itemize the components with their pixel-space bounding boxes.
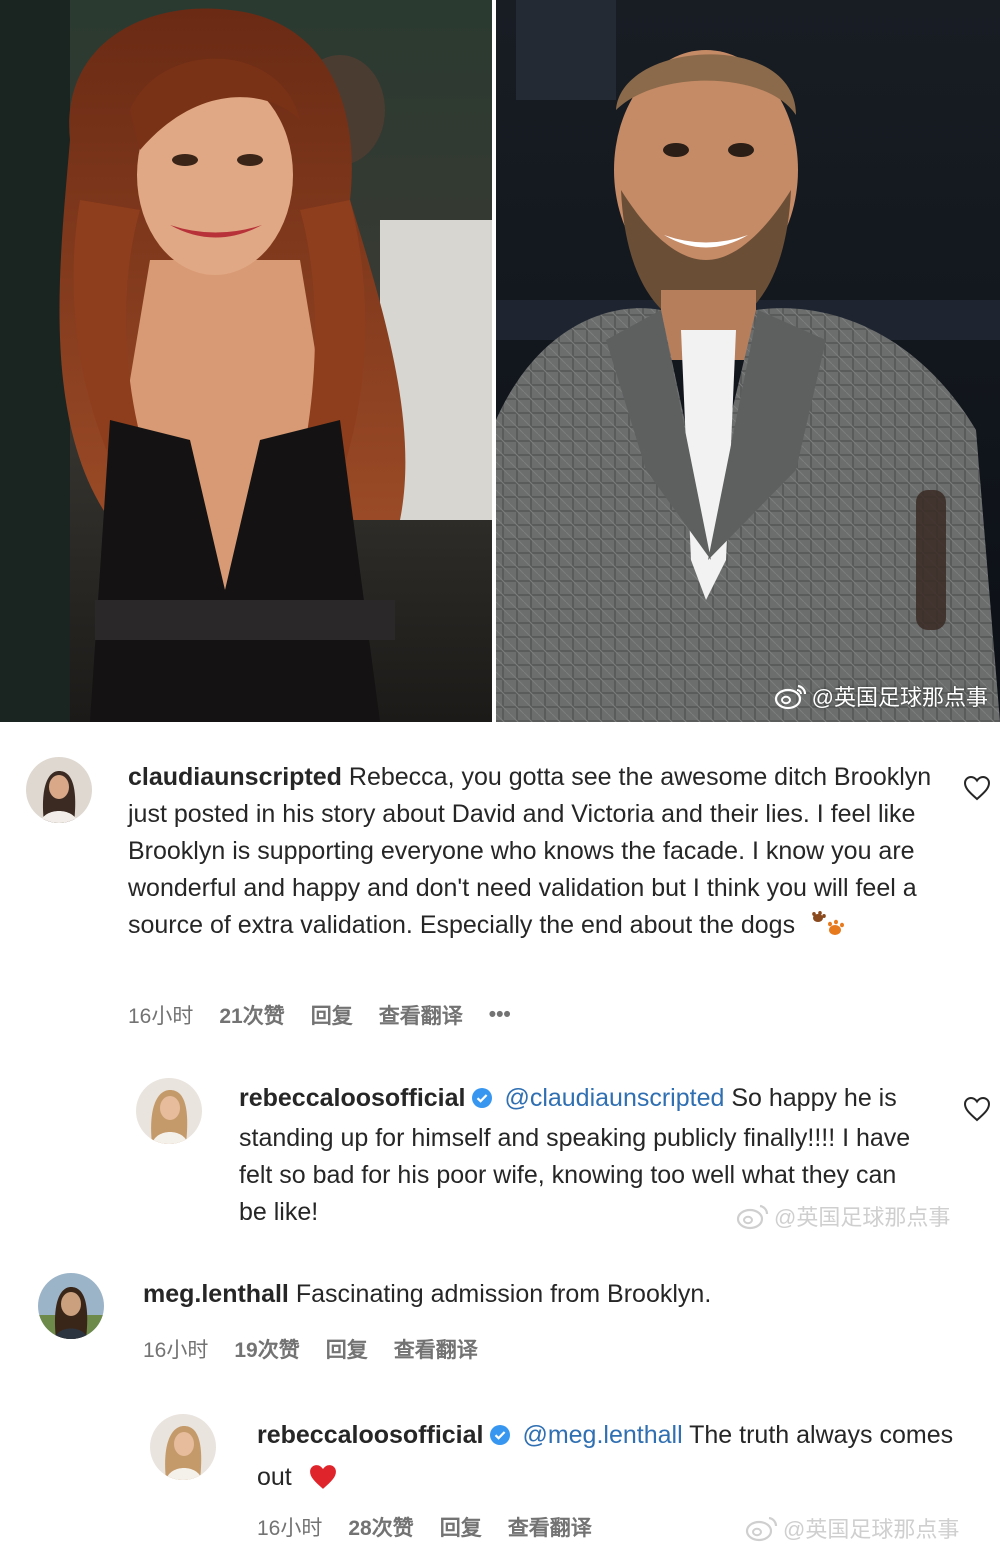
- timestamp: 16小时: [128, 1005, 194, 1028]
- photo-man-portrait: [496, 0, 1000, 722]
- comment-body: Fascinating admission from Brooklyn.: [295, 1280, 712, 1308]
- mention-link[interactable]: @claudiaunscripted: [504, 1084, 724, 1112]
- timestamp: 16小时: [257, 1517, 323, 1540]
- timestamp: 16小时: [143, 1339, 209, 1362]
- like-count[interactable]: 19次赞: [234, 1334, 299, 1364]
- avatar[interactable]: [136, 1078, 202, 1144]
- avatar[interactable]: [26, 757, 92, 823]
- weibo-watermark: @英国足球那点事: [745, 1512, 959, 1544]
- reply-button[interactable]: 回复: [311, 1000, 353, 1030]
- weibo-logo-icon: [774, 684, 806, 710]
- avatar[interactable]: [38, 1273, 104, 1339]
- comment-text-block: rebeccaloosofficial @meg.lenthall The tr…: [257, 1416, 977, 1503]
- watermark-text: @英国足球那点事: [783, 1517, 960, 1542]
- photo-woman-portrait: [0, 0, 492, 722]
- verified-badge-icon: [489, 1419, 511, 1458]
- red-heart-emoji-icon: [307, 1463, 339, 1503]
- username[interactable]: meg.lenthall: [143, 1280, 289, 1308]
- reply-button[interactable]: 回复: [326, 1334, 368, 1364]
- more-options-icon[interactable]: •••: [489, 1003, 511, 1027]
- weibo-logo-icon: [745, 1516, 778, 1542]
- username[interactable]: rebeccaloosofficial: [257, 1421, 483, 1449]
- comment-meta: 16小时 28次赞 回复 查看翻译: [257, 1512, 618, 1542]
- photo-collage: @英国足球那点事: [0, 0, 1000, 722]
- weibo-logo-icon: [736, 1204, 769, 1230]
- username[interactable]: rebeccaloosofficial: [239, 1084, 465, 1112]
- heart-icon[interactable]: [963, 775, 991, 801]
- mention-link[interactable]: @meg.lenthall: [522, 1421, 682, 1449]
- comment-text-block: claudiaunscripted Rebecca, you gotta see…: [128, 759, 938, 950]
- translate-button[interactable]: 查看翻译: [394, 1334, 478, 1364]
- username[interactable]: claudiaunscripted: [128, 763, 342, 791]
- comment-text-block: meg.lenthall Fascinating admission from …: [143, 1276, 943, 1313]
- translate-button[interactable]: 查看翻译: [508, 1512, 592, 1542]
- heart-icon[interactable]: [963, 1096, 991, 1122]
- avatar[interactable]: [150, 1414, 216, 1480]
- comment-meta: 16小时 19次赞 回复 查看翻译: [143, 1334, 504, 1364]
- comment-meta: 16小时 21次赞 回复 查看翻译 •••: [128, 1000, 537, 1030]
- like-count[interactable]: 28次赞: [348, 1512, 413, 1542]
- translate-button[interactable]: 查看翻译: [379, 1000, 463, 1030]
- reply-button[interactable]: 回复: [440, 1512, 482, 1542]
- watermark-text: @英国足球那点事: [811, 685, 988, 710]
- verified-badge-icon: [471, 1083, 493, 1120]
- paw-prints-emoji-icon: [810, 909, 846, 950]
- like-count[interactable]: 21次赞: [219, 1000, 284, 1030]
- weibo-watermark: @英国足球那点事: [774, 680, 988, 712]
- weibo-watermark: @英国足球那点事: [736, 1200, 950, 1232]
- watermark-text: @英国足球那点事: [774, 1205, 951, 1230]
